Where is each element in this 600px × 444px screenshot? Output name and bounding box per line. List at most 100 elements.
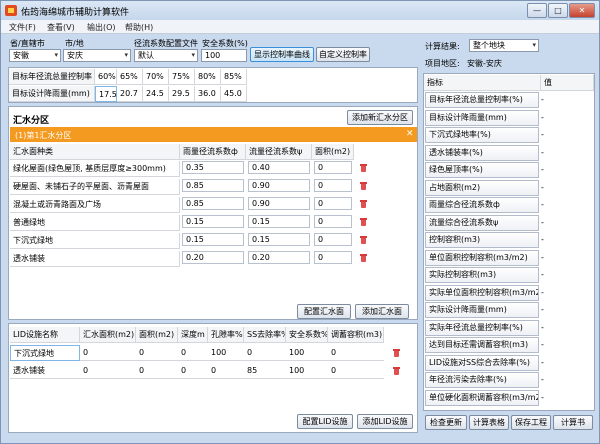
result-item-value: - bbox=[541, 95, 544, 104]
target-rain-36[interactable]: 36.0 bbox=[195, 86, 221, 102]
result-item-name[interactable]: 实际单位面积控制容积(m3/m2) bbox=[425, 284, 539, 301]
add-lid-button[interactable]: 添加LID设施 bbox=[357, 414, 413, 429]
menu-file[interactable]: 文件(F) bbox=[9, 22, 36, 33]
rain-coef-input[interactable]: 0.20 bbox=[182, 251, 244, 264]
target-rate-70[interactable]: 70% bbox=[143, 69, 169, 85]
lid-value-cell[interactable]: 100 bbox=[286, 345, 328, 361]
lid-value-cell[interactable]: 0 bbox=[208, 363, 244, 379]
delete-trash-icon[interactable] bbox=[360, 218, 367, 226]
result-item-name[interactable]: LID设施对SS综合去除率(%) bbox=[425, 354, 539, 371]
lid-value-cell[interactable]: 0 bbox=[136, 363, 178, 379]
config-lid-button[interactable]: 配置LID设施 bbox=[297, 414, 353, 429]
result-item-name[interactable]: 下沉式绿地率(%) bbox=[425, 127, 539, 143]
target-rate-75[interactable]: 75% bbox=[169, 69, 195, 85]
result-item-name[interactable]: 目标设计降雨量(mm) bbox=[425, 109, 539, 126]
calc-table-button[interactable]: 计算表格 bbox=[469, 415, 509, 430]
delete-trash-icon[interactable] bbox=[360, 182, 367, 190]
zone-close-icon[interactable]: ✕ bbox=[406, 129, 414, 139]
surface-type-cell: 透水铺装 bbox=[10, 251, 180, 267]
result-item-name[interactable]: 实际年径流总量控制率(%) bbox=[425, 319, 539, 336]
delete-trash-icon[interactable] bbox=[360, 236, 367, 244]
area-input[interactable]: 0 bbox=[314, 179, 352, 192]
area-input[interactable]: 0 bbox=[314, 197, 352, 210]
area-input[interactable]: 0 bbox=[314, 215, 352, 228]
delete-trash-icon[interactable] bbox=[360, 200, 367, 208]
close-button[interactable]: ✕ bbox=[569, 3, 595, 18]
show-curve-button[interactable]: 显示控制率曲线 bbox=[250, 47, 314, 62]
flow-coef-input[interactable]: 0.15 bbox=[248, 215, 310, 228]
lid-value-cell[interactable]: 0 bbox=[136, 345, 178, 361]
result-item-name[interactable]: 单位硬化面积调蓄容积(m3/m2) bbox=[425, 389, 539, 406]
lid-value-cell[interactable]: 100 bbox=[286, 363, 328, 379]
target-rain-24[interactable]: 24.5 bbox=[143, 86, 169, 102]
safety-input[interactable]: 100 bbox=[201, 49, 247, 62]
surface-type-cell: 硬屋面、未铺石子的平屋面、沥青屋面 bbox=[10, 179, 180, 195]
target-rain-20[interactable]: 20.7 bbox=[117, 86, 143, 102]
menu-output[interactable]: 输出(O) bbox=[87, 22, 116, 33]
area-value: 安徽-安庆 bbox=[467, 59, 502, 68]
target-rain-17[interactable]: 17.5 bbox=[95, 86, 117, 102]
rain-coef-input[interactable]: 0.85 bbox=[182, 179, 244, 192]
area-input[interactable]: 0 bbox=[314, 251, 352, 264]
target-rate-65[interactable]: 65% bbox=[117, 69, 143, 85]
province-select[interactable]: 安徽 ▾ bbox=[9, 49, 61, 62]
lid-value-cell[interactable]: 0 bbox=[178, 345, 208, 361]
report-button[interactable]: 计算书 bbox=[553, 415, 593, 430]
rain-coef-input[interactable]: 0.35 bbox=[182, 161, 244, 174]
rain-coef-input[interactable]: 0.15 bbox=[182, 215, 244, 228]
area-input[interactable]: 0 bbox=[314, 233, 352, 246]
target-rate-85[interactable]: 85% bbox=[221, 69, 247, 85]
check-update-button[interactable]: 检查更新 bbox=[425, 415, 467, 430]
menu-help[interactable]: 帮助(H) bbox=[125, 22, 153, 33]
city-select[interactable]: 安庆 ▾ bbox=[63, 49, 131, 62]
result-item-name[interactable]: 实际设计降雨量(mm) bbox=[425, 302, 539, 318]
result-select[interactable]: 整个地块 ▾ bbox=[469, 39, 539, 52]
result-item-name[interactable]: 控制容积(m3) bbox=[425, 232, 539, 248]
rain-coef-input[interactable]: 0.85 bbox=[182, 197, 244, 210]
delete-trash-icon[interactable] bbox=[360, 164, 367, 172]
flow-coef-input[interactable]: 0.40 bbox=[248, 161, 310, 174]
delete-trash-icon[interactable] bbox=[360, 254, 367, 262]
lid-value-cell[interactable]: 85 bbox=[244, 363, 286, 379]
custom-rate-button[interactable]: 自定义控制率 bbox=[316, 47, 370, 62]
result-item-name[interactable]: 雨量综合径流系数ф bbox=[425, 197, 539, 213]
config-surface-button[interactable]: 配置汇水面 bbox=[297, 304, 351, 319]
target-rain-29[interactable]: 29.5 bbox=[169, 86, 195, 102]
delete-trash-icon[interactable] bbox=[393, 349, 400, 357]
flow-coef-input[interactable]: 0.90 bbox=[248, 197, 310, 210]
area-input[interactable]: 0 bbox=[314, 161, 352, 174]
lid-value-cell[interactable]: 0 bbox=[328, 345, 384, 361]
flow-coef-input[interactable]: 0.15 bbox=[248, 233, 310, 246]
zone-header[interactable]: (1)第1汇水分区 ✕ bbox=[10, 127, 417, 142]
result-item-name[interactable]: 年径流污染去除率(%) bbox=[425, 372, 539, 388]
target-rain-45[interactable]: 45.0 bbox=[221, 86, 247, 102]
lid-value-cell[interactable]: 0 bbox=[178, 363, 208, 379]
menu-view[interactable]: 查看(V) bbox=[47, 22, 75, 33]
lid-value-cell[interactable]: 0 bbox=[80, 345, 136, 361]
lid-value-cell[interactable]: 0 bbox=[244, 345, 286, 361]
rain-coef-input[interactable]: 0.15 bbox=[182, 233, 244, 246]
result-item-name[interactable]: 透水铺装率(%) bbox=[425, 144, 539, 161]
flow-coef-input[interactable]: 0.20 bbox=[248, 251, 310, 264]
result-item-name[interactable]: 单位面积控制容积(m3/m2) bbox=[425, 249, 539, 266]
maximize-button[interactable]: □ bbox=[548, 3, 568, 18]
result-item-name[interactable]: 达到目标还需调蓄容积(m3) bbox=[425, 337, 539, 353]
result-item-name[interactable]: 流量综合径流系数ψ bbox=[425, 214, 539, 231]
delete-trash-icon[interactable] bbox=[393, 367, 400, 375]
target-rate-60[interactable]: 60% bbox=[95, 69, 117, 85]
result-item-name[interactable]: 目标年径流总量控制率(%) bbox=[425, 92, 539, 108]
target-rate-80[interactable]: 80% bbox=[195, 69, 221, 85]
surface-type-cell: 普通绿地 bbox=[10, 215, 180, 231]
config-select[interactable]: 默认 ▾ bbox=[134, 49, 198, 62]
lid-value-cell[interactable]: 0 bbox=[328, 363, 384, 379]
minimize-button[interactable]: — bbox=[527, 3, 547, 18]
result-item-name[interactable]: 占地面积(m2) bbox=[425, 179, 539, 196]
result-item-name[interactable]: 实际控制容积(m3) bbox=[425, 267, 539, 283]
add-zone-button[interactable]: 添加新汇水分区 bbox=[347, 110, 413, 125]
flow-coef-input[interactable]: 0.90 bbox=[248, 179, 310, 192]
lid-value-cell[interactable]: 100 bbox=[208, 345, 244, 361]
save-project-button[interactable]: 保存工程 bbox=[511, 415, 551, 430]
result-item-name[interactable]: 绿色屋顶率(%) bbox=[425, 162, 539, 178]
lid-value-cell[interactable]: 0 bbox=[80, 363, 136, 379]
add-surface-button[interactable]: 添加汇水面 bbox=[355, 304, 409, 319]
